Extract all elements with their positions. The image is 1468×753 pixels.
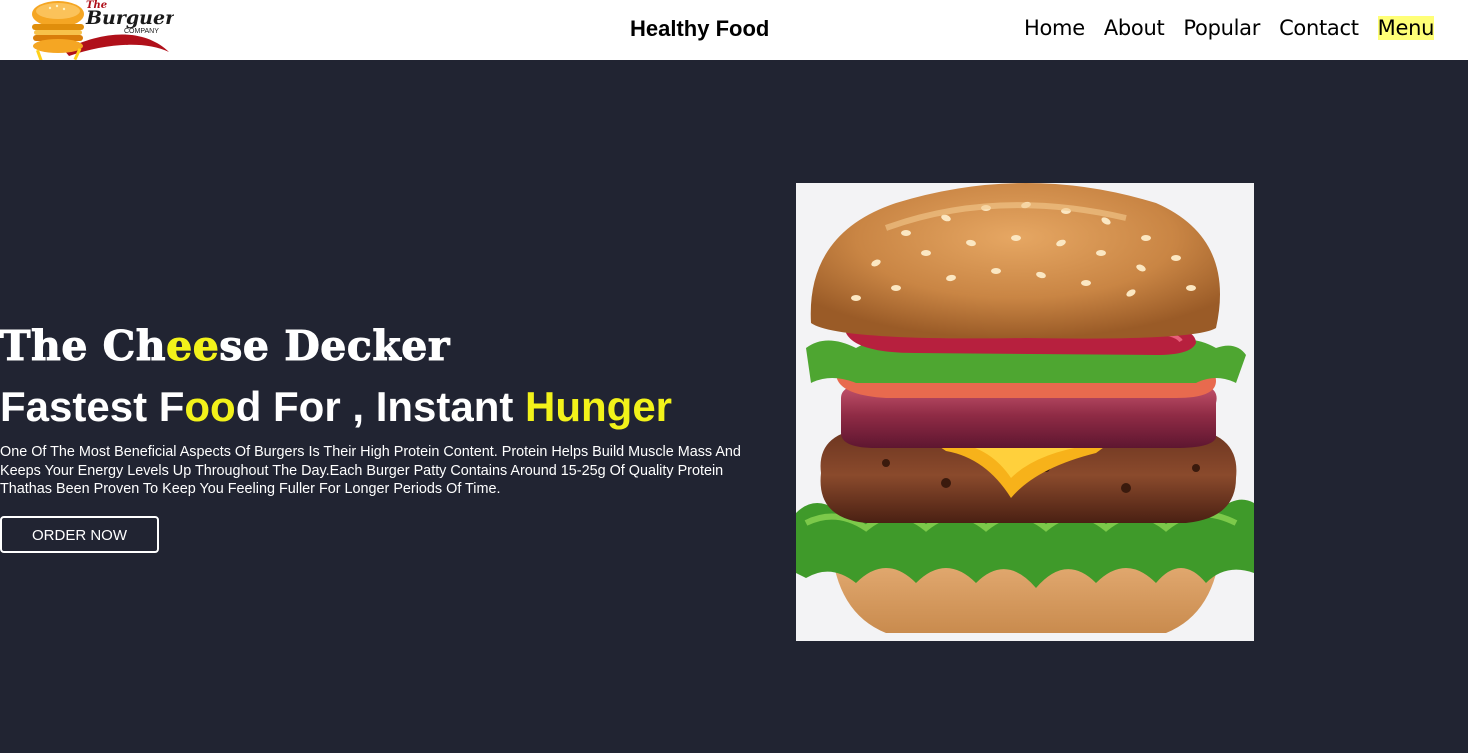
navbar: The Burguer COMPANY Healthy Food Home Ab… bbox=[0, 0, 1468, 62]
hero-description: One Of The Most Beneficial Aspects Of Bu… bbox=[0, 444, 741, 497]
nav-link-contact[interactable]: Contact bbox=[1279, 16, 1359, 40]
hero-title-part2: se Decker bbox=[219, 322, 450, 371]
nav-link-menu[interactable]: Menu bbox=[1377, 16, 1434, 40]
hero-title: The Cheese Decker bbox=[0, 322, 450, 371]
nav-link-about[interactable]: About bbox=[1104, 16, 1165, 40]
hero-title-part1: The Ch bbox=[0, 322, 167, 371]
order-now-button[interactable]: ORDER NOW bbox=[0, 516, 159, 553]
hero-subtitle-highlight-food: oo bbox=[184, 383, 236, 430]
hero-section: The Cheese Decker Fastest Food For , Ins… bbox=[0, 60, 1468, 753]
burger-image bbox=[796, 183, 1254, 641]
page-title: Healthy Food bbox=[630, 16, 770, 41]
nav-menu: Home About Popular Contact Menu bbox=[1024, 16, 1434, 40]
hero-title-highlight: ee bbox=[166, 322, 220, 371]
brand-logo[interactable]: The Burguer COMPANY bbox=[24, 0, 174, 62]
hero-subtitle-part1: Fastest F bbox=[0, 383, 185, 430]
hero-subtitle-highlight-hunger: Hunger bbox=[525, 383, 673, 430]
svg-text:Burguer: Burguer bbox=[85, 7, 174, 29]
hero-subtitle: Fastest Food For , Instant Hunger bbox=[0, 383, 672, 431]
burger-photo-icon bbox=[796, 183, 1254, 641]
nav-link-home[interactable]: Home bbox=[1024, 16, 1085, 40]
burger-logo-icon: The Burguer COMPANY bbox=[32, 0, 174, 62]
svg-text:COMPANY: COMPANY bbox=[124, 28, 159, 35]
hero-subtitle-part2: d For , Instant bbox=[235, 383, 526, 430]
nav-link-popular[interactable]: Popular bbox=[1183, 16, 1260, 40]
